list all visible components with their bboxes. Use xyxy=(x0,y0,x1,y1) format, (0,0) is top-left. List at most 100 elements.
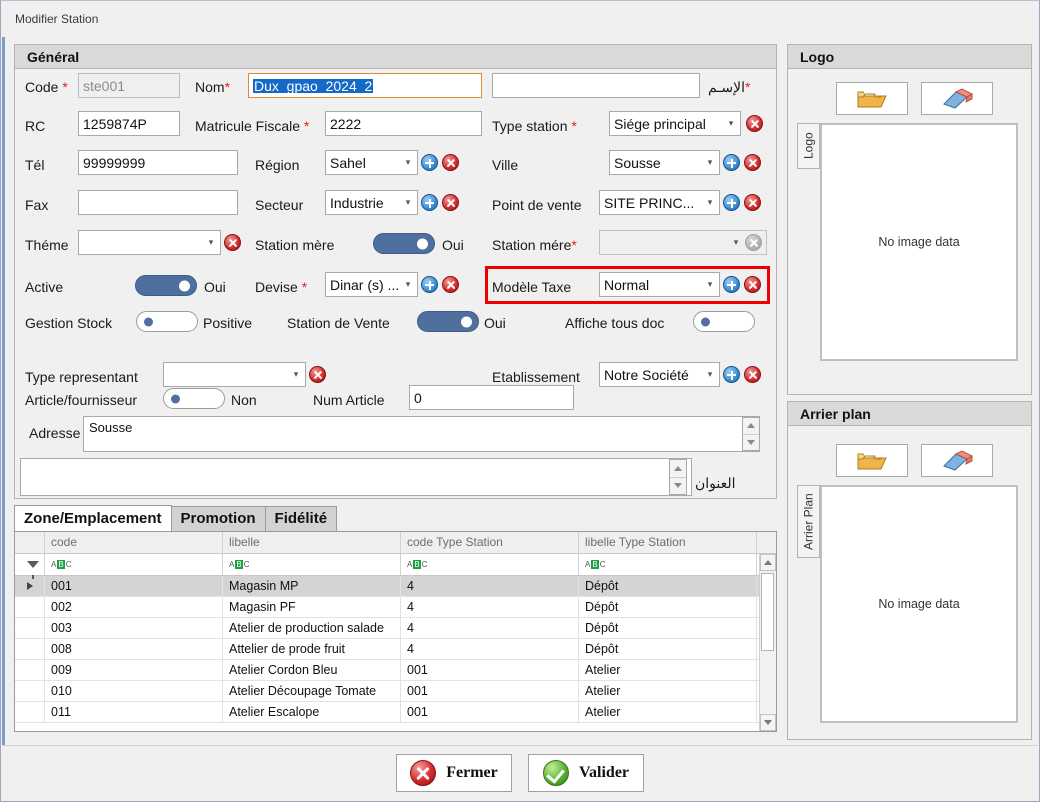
devise-add-icon[interactable] xyxy=(421,276,438,293)
point-de-vente-clear-icon[interactable] xyxy=(744,194,761,211)
background-clear-button[interactable] xyxy=(921,444,993,477)
chevron-down-icon: ▾ xyxy=(707,197,713,207)
table-row[interactable]: 003 Atelier de production salade 4 Dépôt xyxy=(15,618,776,639)
filter-funnel-icon[interactable] xyxy=(15,554,45,579)
station-mere-toggle[interactable] xyxy=(373,233,435,254)
modele-taxe-combo[interactable]: Normal ▾ xyxy=(599,272,720,297)
fax-input[interactable] xyxy=(78,190,238,215)
logo-clear-button[interactable] xyxy=(921,82,993,115)
region-combo[interactable]: Sahel ▾ xyxy=(325,150,418,175)
modele-taxe-clear-icon[interactable] xyxy=(744,276,761,293)
num-article-input[interactable]: 0 xyxy=(409,385,574,410)
filter-cell-code-type-station[interactable]: ABC xyxy=(401,554,579,575)
tab-promotion[interactable]: Promotion xyxy=(170,506,266,531)
ville-label: Ville xyxy=(492,157,519,173)
scroll-down-icon[interactable] xyxy=(760,714,776,731)
adresse-scroll-buttons[interactable] xyxy=(742,417,760,451)
table-row[interactable]: 001 Magasin MP 4 Dépôt xyxy=(15,576,776,597)
theme-clear-icon[interactable] xyxy=(224,234,241,251)
rc-input[interactable]: 1259874P xyxy=(78,111,180,136)
matricule-input[interactable]: 2222 xyxy=(325,111,482,136)
logo-browse-button[interactable] xyxy=(836,82,908,115)
folder-open-icon xyxy=(857,453,887,469)
modele-taxe-add-icon[interactable] xyxy=(723,276,740,293)
etablissement-icons xyxy=(723,366,761,383)
ville-combo[interactable]: Sousse ▾ xyxy=(609,150,720,175)
zone-emplacement-grid[interactable]: code libelle code Type Station libelle T… xyxy=(14,531,777,732)
grid-filter-row[interactable]: ABC ABC ABC ABC xyxy=(15,554,776,579)
logo-vertical-tab[interactable]: Logo xyxy=(797,123,820,169)
theme-label: Théme xyxy=(25,237,69,253)
table-row[interactable]: 011 Atelier Escalope 001 Atelier xyxy=(15,702,776,723)
type-representant-combo[interactable]: ▾ xyxy=(163,362,306,387)
abc-filter-icon: ABC xyxy=(51,560,72,569)
secteur-label: Secteur xyxy=(255,197,304,213)
chevron-down-icon: ▾ xyxy=(728,118,734,128)
tab-zone-emplacement[interactable]: Zone/Emplacement xyxy=(14,505,172,531)
cell-code_type: 4 xyxy=(401,639,579,659)
theme-combo[interactable]: ▾ xyxy=(78,230,221,255)
table-row[interactable]: 010 Atelier Découpage Tomate 001 Atelier xyxy=(15,681,776,702)
secteur-add-icon[interactable] xyxy=(421,194,438,211)
scroll-up-icon[interactable] xyxy=(670,460,686,478)
secteur-clear-icon[interactable] xyxy=(442,194,459,211)
ville-add-icon[interactable] xyxy=(723,154,740,171)
grid-vertical-scrollbar[interactable] xyxy=(759,554,776,731)
etablissement-combo[interactable]: Notre Société ▾ xyxy=(599,362,720,387)
scroll-down-icon[interactable] xyxy=(670,478,686,495)
affiche-tous-doc-toggle[interactable] xyxy=(693,311,755,332)
etablissement-clear-icon[interactable] xyxy=(744,366,761,383)
grid-header-libelle-type-station[interactable]: libelle Type Station xyxy=(579,532,757,553)
region-clear-icon[interactable] xyxy=(442,154,459,171)
type-station-combo[interactable]: Siége principal ▾ xyxy=(609,111,741,136)
background-browse-button[interactable] xyxy=(836,444,908,477)
table-row[interactable]: 002 Magasin PF 4 Dépôt xyxy=(15,597,776,618)
tab-fidelite[interactable]: Fidélité xyxy=(264,506,338,531)
region-add-icon[interactable] xyxy=(421,154,438,171)
nom-input[interactable]: Dux_gpao_2024_2 xyxy=(248,73,482,98)
code-input[interactable]: ste001 xyxy=(78,73,180,98)
grid-header-code-type-station[interactable]: code Type Station xyxy=(401,532,579,553)
grid-header-code[interactable]: code xyxy=(45,532,223,553)
gestion-stock-toggle[interactable] xyxy=(136,311,198,332)
station-vente-toggle[interactable] xyxy=(417,311,479,332)
table-row[interactable]: 008 Attelier de prode fruit 4 Dépôt xyxy=(15,639,776,660)
table-row[interactable]: 009 Atelier Cordon Bleu 001 Atelier xyxy=(15,660,776,681)
cell-code: 011 xyxy=(45,702,223,722)
fermer-button[interactable]: Fermer xyxy=(396,754,512,792)
modifier-station-window: Modifier Station Général Code * ste001 N… xyxy=(0,0,1040,802)
logo-preview[interactable]: No image data xyxy=(820,123,1018,361)
adresse-arabic-scroll-buttons[interactable] xyxy=(669,459,687,495)
adresse-textarea[interactable]: Sousse xyxy=(83,416,760,452)
filter-cell-code[interactable]: ABC xyxy=(45,554,223,575)
scroll-up-icon[interactable] xyxy=(760,554,776,571)
type-station-clear-icon[interactable] xyxy=(746,115,763,132)
devise-combo[interactable]: Dinar (s) ... ▾ xyxy=(325,272,418,297)
station-mere-combo[interactable]: ▾ xyxy=(599,230,767,255)
scroll-up-icon[interactable] xyxy=(743,418,759,435)
point-de-vente-add-icon[interactable] xyxy=(723,194,740,211)
secteur-combo[interactable]: Industrie ▾ xyxy=(325,190,418,215)
filter-cell-libelle[interactable]: ABC xyxy=(223,554,401,575)
point-de-vente-combo[interactable]: SITE PRINC... ▾ xyxy=(599,190,720,215)
active-toggle[interactable] xyxy=(135,275,197,296)
type-representant-clear-icon[interactable] xyxy=(309,366,326,383)
background-group: Arrier plan Arrier Plan No image data xyxy=(787,401,1032,740)
filter-cell-libelle-type-station[interactable]: ABC xyxy=(579,554,757,575)
nom-arabic-input[interactable] xyxy=(492,73,700,98)
devise-clear-icon[interactable] xyxy=(442,276,459,293)
adresse-arabic-textarea[interactable] xyxy=(20,458,692,496)
etablissement-add-icon[interactable] xyxy=(723,366,740,383)
type-station-value: Siége principal xyxy=(614,115,706,132)
ville-clear-icon[interactable] xyxy=(744,154,761,171)
background-preview[interactable]: No image data xyxy=(820,485,1018,723)
grid-header-libelle[interactable]: libelle xyxy=(223,532,401,553)
valider-button[interactable]: Valider xyxy=(528,754,644,792)
tel-input[interactable]: 99999999 xyxy=(78,150,238,175)
scrollbar-thumb[interactable] xyxy=(761,573,774,651)
article-fournisseur-toggle[interactable] xyxy=(163,388,225,409)
scroll-down-icon[interactable] xyxy=(743,435,759,451)
cell-libelle: Magasin PF xyxy=(223,597,401,617)
background-vertical-tab[interactable]: Arrier Plan xyxy=(797,485,820,558)
point-de-vente-label: Point de vente xyxy=(492,197,582,213)
